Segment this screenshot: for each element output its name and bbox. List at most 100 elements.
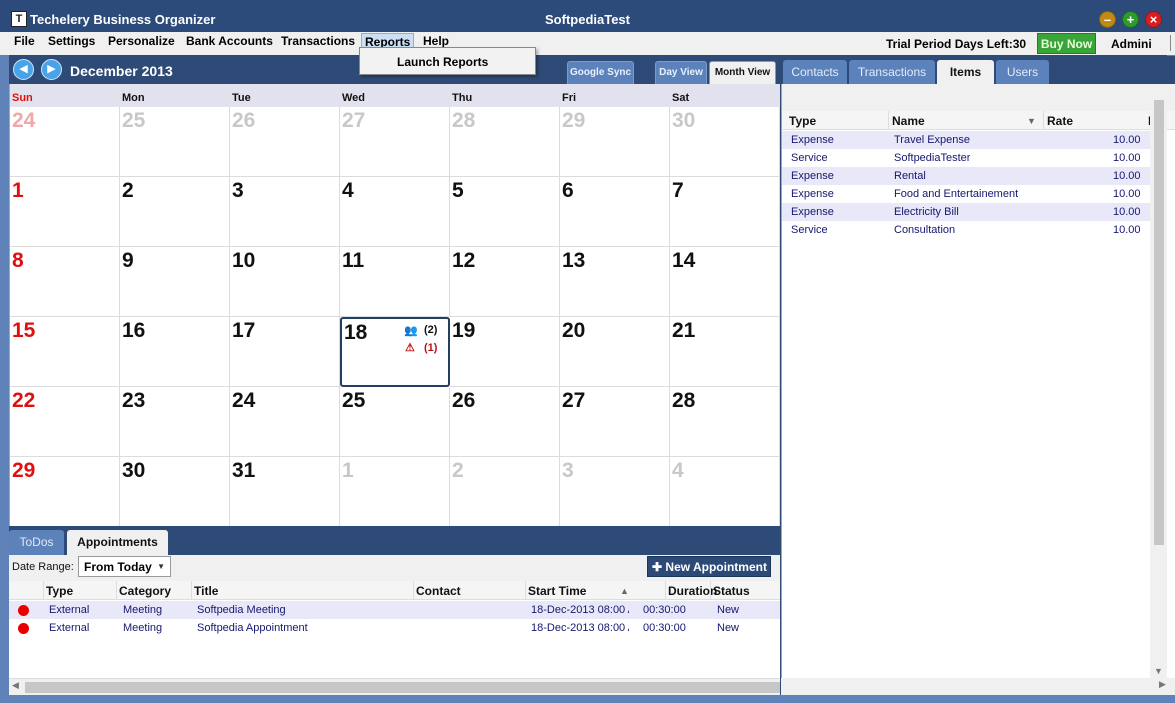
calendar-day-cell[interactable]: 8	[10, 247, 120, 317]
tab-contacts[interactable]: Contacts	[783, 60, 847, 85]
calendar-day-cell[interactable]: 30	[670, 107, 780, 177]
calendar-day-cell[interactable]: 22	[10, 387, 120, 457]
tab-todos[interactable]: ToDos	[9, 530, 64, 555]
title-bar[interactable]: T Techelery Business Organizer Softpedia…	[0, 0, 1175, 32]
menu-file[interactable]: File	[11, 33, 38, 50]
table-row[interactable]: Expense Rental 10.00	[782, 167, 1156, 185]
table-row[interactable]: External Meeting Softpedia Meeting 18-Dec-2…	[9, 601, 780, 619]
calendar-day-cell[interactable]: 24	[230, 387, 340, 457]
items-horizontal-scrollbar[interactable]: ▶	[781, 678, 1175, 695]
calendar-day-cell[interactable]: 15	[10, 317, 120, 387]
calendar-day-cell[interactable]: 14	[670, 247, 780, 317]
calendar-day-cell[interactable]: 11	[340, 247, 450, 317]
app-window: T Techelery Business Organizer Softpedia…	[0, 0, 1175, 703]
calendar-day-cell[interactable]: 29	[10, 457, 120, 527]
calendar-day-today[interactable]: 18 👥 (2) ⚠ (1)	[340, 317, 450, 387]
table-row[interactable]: Expense Food and Entertainement 10.00	[782, 185, 1156, 203]
scrollbar-thumb[interactable]	[1154, 100, 1164, 545]
calendar-day-cell[interactable]: 19	[450, 317, 560, 387]
calendar-day-cell[interactable]: 9	[120, 247, 230, 317]
column-header[interactable]: Type	[46, 584, 73, 598]
calendar-day-cell[interactable]: 4	[670, 457, 780, 527]
calendar-day-cell[interactable]: 28	[450, 107, 560, 177]
calendar-day-cell[interactable]: 1	[10, 177, 120, 247]
tab-items[interactable]: Items	[937, 60, 994, 85]
menu-settings[interactable]: Settings	[45, 33, 98, 50]
calendar-day-cell[interactable]: 7	[670, 177, 780, 247]
menu-bank-accounts[interactable]: Bank Accounts	[183, 33, 276, 50]
calendar-day-cell[interactable]: 25	[120, 107, 230, 177]
items-vertical-scrollbar[interactable]: ▼	[1150, 84, 1167, 679]
tab-users[interactable]: Users	[996, 60, 1049, 85]
tab-month-view[interactable]: Month View	[709, 61, 776, 85]
alerts-count[interactable]: (1)	[424, 342, 437, 354]
calendar-day-cell[interactable]: 21	[670, 317, 780, 387]
cell-name: Rental	[894, 170, 926, 182]
meetings-count[interactable]: (2)	[424, 324, 437, 336]
table-row[interactable]: Service Consultation 10.00	[782, 221, 1156, 239]
calendar-day-cell[interactable]: 30	[120, 457, 230, 527]
calendar-day-cell[interactable]: 6	[560, 177, 670, 247]
tab-google-sync[interactable]: Google Sync	[567, 61, 634, 85]
menu-item-launch-reports[interactable]: Launch Reports	[397, 55, 488, 69]
calendar-day-cell[interactable]: 29	[560, 107, 670, 177]
tab-transactions[interactable]: Transactions	[849, 60, 935, 85]
calendar-day-cell[interactable]: 4	[340, 177, 450, 247]
calendar-day-cell[interactable]: 16	[120, 317, 230, 387]
calendar-day-cell[interactable]: 20	[560, 317, 670, 387]
weekday-label: Sun	[12, 92, 33, 104]
calendar-day-cell[interactable]: 13	[560, 247, 670, 317]
menu-personalize[interactable]: Personalize	[105, 33, 178, 50]
calendar-day-cell[interactable]: 12	[450, 247, 560, 317]
scroll-left-icon[interactable]: ◀	[12, 680, 19, 691]
new-appointment-button[interactable]: ✚ New Appointment	[647, 556, 771, 577]
calendar-day-cell[interactable]: 2	[120, 177, 230, 247]
calendar-day-cell[interactable]: 23	[120, 387, 230, 457]
column-header[interactable]: Title	[194, 584, 218, 598]
column-header[interactable]: Status	[713, 584, 750, 598]
calendar-day-cell[interactable]: 27	[560, 387, 670, 457]
day-number: 2	[122, 179, 134, 202]
day-number: 21	[672, 319, 696, 342]
calendar-day-cell[interactable]: 17	[230, 317, 340, 387]
minimize-button[interactable]: –	[1099, 11, 1116, 28]
calendar-day-cell[interactable]: 3	[230, 177, 340, 247]
column-header[interactable]: Type	[789, 114, 816, 128]
column-header[interactable]: Category	[119, 584, 171, 598]
calendar-day-cell[interactable]: 26	[230, 107, 340, 177]
table-row[interactable]: Service SoftpediaTester 10.00	[782, 149, 1156, 167]
admin-user-label[interactable]: Admini	[1111, 37, 1152, 51]
maximize-button[interactable]: +	[1122, 11, 1139, 28]
column-header[interactable]: Contact	[416, 584, 461, 598]
tab-day-view[interactable]: Day View	[655, 61, 707, 85]
calendar-day-cell[interactable]: 10	[230, 247, 340, 317]
weekday-label: Tue	[232, 92, 251, 104]
prev-month-icon[interactable]: ◀	[13, 59, 34, 80]
tab-appointments[interactable]: Appointments	[67, 530, 168, 555]
day-number: 1	[342, 459, 354, 482]
appointments-horizontal-scrollbar[interactable]: ◀	[9, 678, 1006, 695]
calendar-day-cell[interactable]: 26	[450, 387, 560, 457]
table-row[interactable]: External Meeting Softpedia Appointment 18-D…	[9, 619, 780, 637]
close-button[interactable]: ×	[1145, 11, 1162, 28]
table-row[interactable]: Expense Travel Expense 10.00	[782, 131, 1156, 149]
buy-now-button[interactable]: Buy Now	[1037, 33, 1096, 54]
calendar-day-cell[interactable]: 27	[340, 107, 450, 177]
scroll-right-icon[interactable]: ▶	[1159, 679, 1166, 690]
menu-transactions[interactable]: Transactions	[278, 33, 358, 50]
calendar-day-cell[interactable]: 25	[340, 387, 450, 457]
date-range-select[interactable]: From Today ▼	[78, 556, 171, 577]
scroll-down-icon[interactable]: ▼	[1154, 666, 1163, 676]
calendar-day-cell[interactable]: 3	[560, 457, 670, 527]
column-header[interactable]: Rate	[1047, 114, 1073, 128]
calendar-day-cell[interactable]: 31	[230, 457, 340, 527]
calendar-day-cell[interactable]: 2	[450, 457, 560, 527]
column-header[interactable]: Start Time	[528, 584, 586, 598]
calendar-day-cell[interactable]: 5	[450, 177, 560, 247]
calendar-day-cell[interactable]: 24	[10, 107, 120, 177]
column-header[interactable]: Name	[892, 114, 925, 128]
next-month-icon[interactable]: ▶	[41, 59, 62, 80]
calendar-day-cell[interactable]: 1	[340, 457, 450, 527]
calendar-day-cell[interactable]: 28	[670, 387, 780, 457]
table-row[interactable]: Expense Electricity Bill 10.00	[782, 203, 1156, 221]
